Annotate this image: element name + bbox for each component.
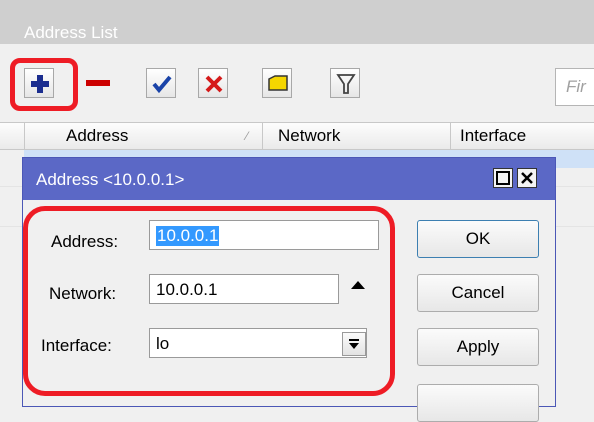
column-network[interactable]: Network [278, 126, 340, 146]
find-input[interactable]: Fir [555, 68, 594, 106]
window-title: Address List [24, 23, 118, 42]
enable-button[interactable] [146, 68, 176, 98]
find-placeholder: Fir [566, 77, 586, 96]
window-titlebar: Address List [0, 0, 594, 44]
table-header: Address ⁄ Network Interface [0, 122, 594, 150]
remove-button[interactable] [86, 68, 116, 98]
note-icon [268, 75, 288, 91]
minus-icon [86, 80, 110, 86]
close-icon [521, 172, 533, 184]
address-dialog: Address <10.0.0.1> Address: 10.0.0.1 Net… [22, 157, 556, 422]
apply-button[interactable]: Apply [417, 328, 539, 366]
x-icon [205, 75, 223, 93]
column-interface[interactable]: Interface [460, 126, 526, 146]
next-button[interactable] [417, 384, 539, 422]
filter-icon [336, 74, 356, 94]
close-button[interactable] [517, 168, 537, 188]
check-icon [152, 75, 172, 94]
disable-button[interactable] [198, 68, 228, 98]
sort-arrow-icon: ⁄ [246, 129, 249, 143]
dialog-titlebar[interactable]: Address <10.0.0.1> [23, 158, 555, 200]
maximize-button[interactable] [493, 168, 513, 188]
dialog-title: Address <10.0.0.1> [36, 170, 185, 189]
column-address[interactable]: Address [66, 126, 128, 146]
ok-button[interactable]: OK [417, 220, 539, 258]
column-divider [450, 123, 451, 150]
cancel-button[interactable]: Cancel [417, 274, 539, 312]
filter-button[interactable] [330, 68, 360, 98]
column-divider [24, 123, 25, 150]
fields-highlight [23, 206, 395, 396]
maximize-icon [496, 171, 510, 185]
comment-button[interactable] [262, 68, 292, 98]
column-divider [262, 123, 263, 150]
add-button-highlight [10, 58, 78, 111]
